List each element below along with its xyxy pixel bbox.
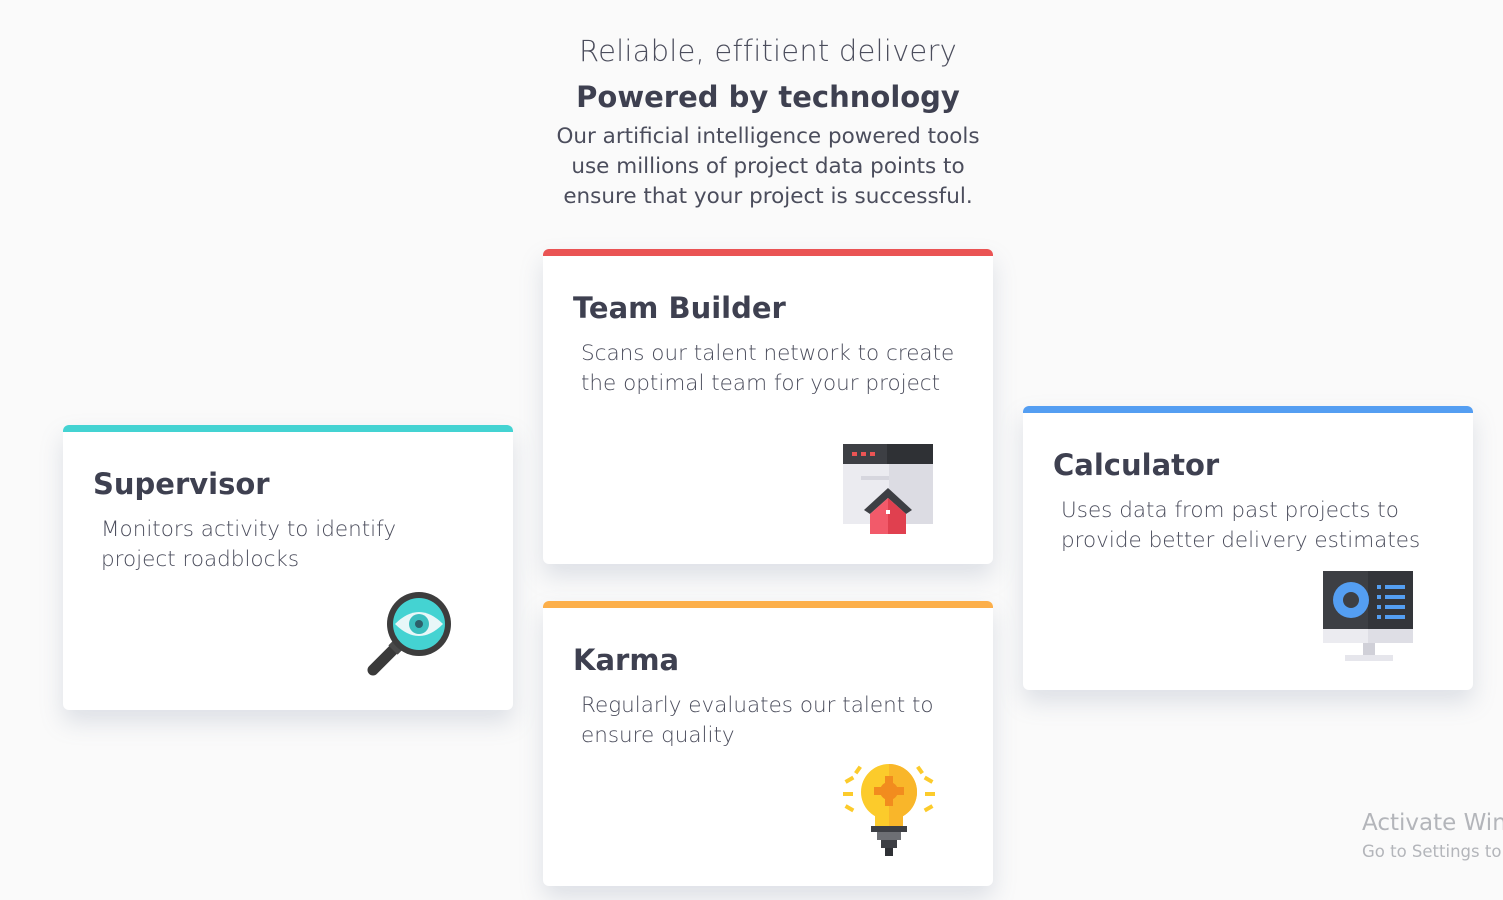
card-accent-bar (543, 601, 993, 608)
watermark-line1: Activate Wind (1362, 810, 1503, 836)
card-calculator: Calculator Uses data from past projects … (1023, 406, 1473, 690)
page-title: Powered by technology (576, 80, 960, 114)
monitor-chart-icon (1323, 571, 1415, 663)
card-accent-bar (543, 249, 993, 256)
lightbulb-icon (841, 764, 935, 856)
watermark-line2: Go to Settings to (1362, 842, 1502, 861)
card-supervisor: Supervisor Monitors activity to identify… (63, 425, 513, 710)
card-title: Supervisor (93, 467, 270, 501)
card-title: Calculator (1053, 448, 1220, 482)
card-title: Team Builder (573, 291, 786, 325)
page-description: Our artificial intelligence powered tool… (556, 124, 980, 209)
windows-activation-watermark: Activate Wind Go to Settings to (1362, 810, 1503, 861)
page-subtitle: Reliable, effitient delivery (579, 34, 957, 68)
browser-house-icon (843, 444, 935, 536)
card-description: Uses data from past projects to provide … (1061, 498, 1421, 553)
card-description: Scans our talent network to create the o… (581, 341, 955, 396)
card-description: Monitors activity to identify project ro… (101, 517, 397, 572)
magnifier-eye-icon (363, 588, 455, 680)
card-description: Regularly evaluates our talent to ensure… (581, 693, 934, 748)
card-title: Karma (573, 643, 680, 677)
card-karma: Karma Regularly evaluates our talent to … (543, 601, 993, 886)
card-team-builder: Team Builder Scans our talent network to… (543, 249, 993, 564)
card-accent-bar (1023, 406, 1473, 413)
card-accent-bar (63, 425, 513, 432)
